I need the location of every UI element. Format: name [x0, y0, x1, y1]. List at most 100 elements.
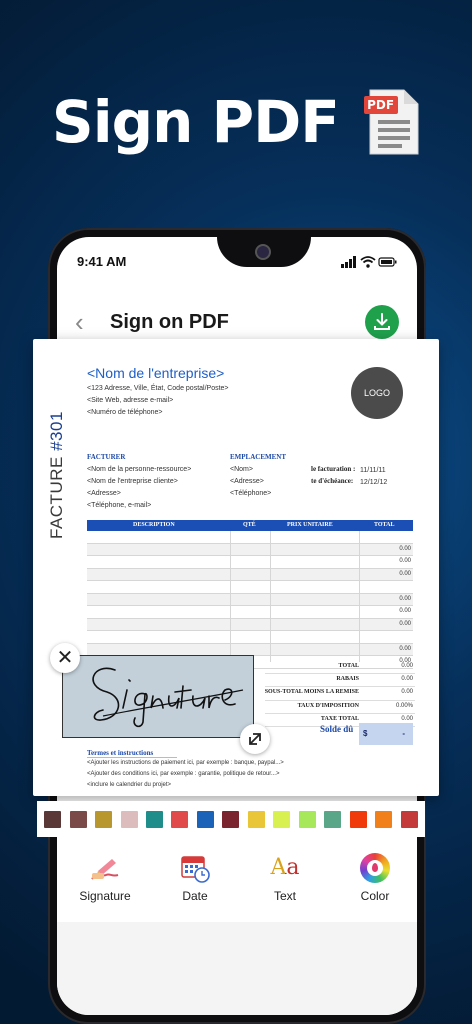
table-row: 0.00	[87, 568, 413, 581]
color-palette	[37, 801, 425, 837]
billing-lines: <Nom de la personne-ressource> <Nom de l…	[87, 464, 191, 512]
close-icon: ✕	[56, 647, 74, 669]
billing-line: <Adresse>	[87, 490, 121, 497]
signature-pen-icon	[91, 859, 119, 880]
table-row	[87, 631, 413, 644]
totals-label: TAXE TOTAL	[320, 715, 359, 722]
table-row: 0.00	[87, 606, 413, 619]
page-title: Sign on PDF	[110, 311, 229, 333]
color-swatch[interactable]	[69, 810, 87, 828]
location-line: <Téléphone>	[230, 490, 272, 497]
color-wheel-icon	[360, 853, 390, 883]
company-name: <Nom de l'entreprise>	[87, 365, 225, 381]
invoice-number: #301	[47, 411, 66, 451]
row-total-value: 0.00	[399, 620, 411, 627]
color-swatch[interactable]	[146, 810, 164, 828]
location-line: <Adresse>	[230, 478, 264, 485]
color-swatch[interactable]	[44, 810, 62, 828]
color-tool-label: Color	[360, 889, 390, 903]
totals-row: SOUS-TOTAL MOINS LA REMISE 0.00	[265, 687, 415, 701]
color-swatch[interactable]	[375, 810, 393, 828]
col-divider	[359, 531, 360, 662]
color-swatch[interactable]	[324, 810, 342, 828]
date-tool-label: Date	[182, 889, 208, 903]
text-tool-label: Text	[273, 889, 296, 903]
row-total-value: 0.00	[399, 545, 411, 552]
col-qty: QTÉ	[243, 522, 256, 528]
signal-icon	[341, 256, 356, 268]
row-total-value: 0.00	[399, 608, 411, 614]
balance-due-label: Solde dû	[320, 724, 354, 734]
company-website: <Site Web, adresse e-mail>	[87, 397, 174, 404]
balance-due-box: $ -	[359, 723, 413, 745]
signature-box[interactable]: Signature	[62, 655, 254, 738]
color-tool-button[interactable]: Color	[330, 843, 420, 913]
totals-label: TOTAL	[338, 663, 359, 669]
color-swatch[interactable]	[400, 810, 418, 828]
balance-due-value: -	[402, 729, 405, 738]
table-row: 0.00	[87, 618, 413, 631]
row-total-value: 0.00	[399, 645, 411, 652]
download-button[interactable]	[365, 305, 399, 339]
logo-placeholder: LOGO	[351, 367, 403, 419]
signature-text: Signature	[253, 656, 254, 657]
col-total: TOTAL	[374, 522, 395, 528]
totals-row: RABAIS 0.00	[265, 674, 415, 688]
color-swatch[interactable]	[273, 810, 291, 828]
color-swatch[interactable]	[120, 810, 138, 828]
table-row	[87, 531, 413, 544]
color-swatch[interactable]	[196, 810, 214, 828]
status-icons	[341, 255, 397, 273]
billing-line: <Téléphone, e-mail>	[87, 502, 152, 509]
color-swatch[interactable]	[349, 810, 367, 828]
text-aa-icon: Aa	[270, 853, 300, 883]
company-address: <123 Adresse, Ville, État, Code postal/P…	[87, 385, 229, 392]
color-swatch[interactable]	[298, 810, 316, 828]
hero-title: Sign PDF PDF	[0, 84, 472, 158]
billing-line: <Nom de la personne-ressource>	[87, 466, 192, 473]
calendar-clock-icon	[181, 856, 210, 883]
col-description: DESCRIPTION	[133, 522, 175, 528]
bottom-safe-area	[57, 922, 417, 1015]
billing-line: <Nom de l'entreprise cliente>	[87, 478, 178, 485]
camera-notch	[217, 237, 311, 267]
terms-line: <inclure le calendrier du projet>	[87, 782, 172, 788]
due-date-value: 12/12/12	[360, 479, 388, 486]
status-time: 9:41 AM	[77, 254, 127, 269]
totals-row: TOTAL 0.00	[265, 661, 415, 675]
resize-signature-button[interactable]	[240, 724, 270, 754]
terms-heading: Termes et instructions	[87, 749, 177, 758]
totals-label: TAUX D'IMPOSITION	[297, 702, 359, 709]
totals-value: 0.00	[401, 676, 413, 683]
pdf-file-icon: PDF	[364, 86, 420, 158]
date-tool-button[interactable]: Date	[150, 843, 240, 913]
location-lines: <Nom> <Adresse> <Téléphone>	[230, 464, 271, 500]
back-chevron-icon[interactable]: ‹	[75, 309, 84, 335]
remove-signature-button[interactable]: ✕	[50, 643, 80, 673]
color-swatch[interactable]	[171, 810, 189, 828]
row-total-value: 0.00	[399, 558, 411, 564]
row-total-value: 0.00	[399, 570, 411, 577]
totals-value: 0.00%	[395, 702, 413, 709]
table-row: 0.00	[87, 543, 413, 556]
color-swatch[interactable]	[247, 810, 265, 828]
invoice-vertical-title: FACTURE #301	[47, 411, 67, 539]
balance-due-currency: $	[363, 729, 368, 738]
signature-tool-button[interactable]: Signature	[60, 843, 150, 913]
totals-value: 0.00	[401, 689, 413, 696]
bottom-toolbar: Signature Date Aa Text Color	[57, 843, 417, 913]
invoice-date-label: le facturation :	[311, 465, 356, 473]
invoice-date-value: 11/11/11	[360, 467, 386, 474]
terms-line: <Ajouter des conditions ici, par exemple…	[87, 771, 280, 777]
text-tool-button[interactable]: Aa Text	[240, 843, 330, 913]
table-row	[87, 581, 413, 594]
table-row: 0.00	[87, 556, 413, 569]
text-aa-glyph: Aa	[270, 855, 300, 880]
invoice-vertical-title-word: FACTURE	[47, 456, 66, 539]
row-total-value: 0.00	[399, 595, 411, 602]
location-heading: EMPLACEMENT	[230, 453, 286, 461]
color-swatch[interactable]	[222, 810, 240, 828]
color-swatch[interactable]	[95, 810, 113, 828]
camera-icon	[257, 246, 269, 258]
table-header: DESCRIPTION QTÉ PRIX UNITAIRE TOTAL	[87, 520, 413, 531]
